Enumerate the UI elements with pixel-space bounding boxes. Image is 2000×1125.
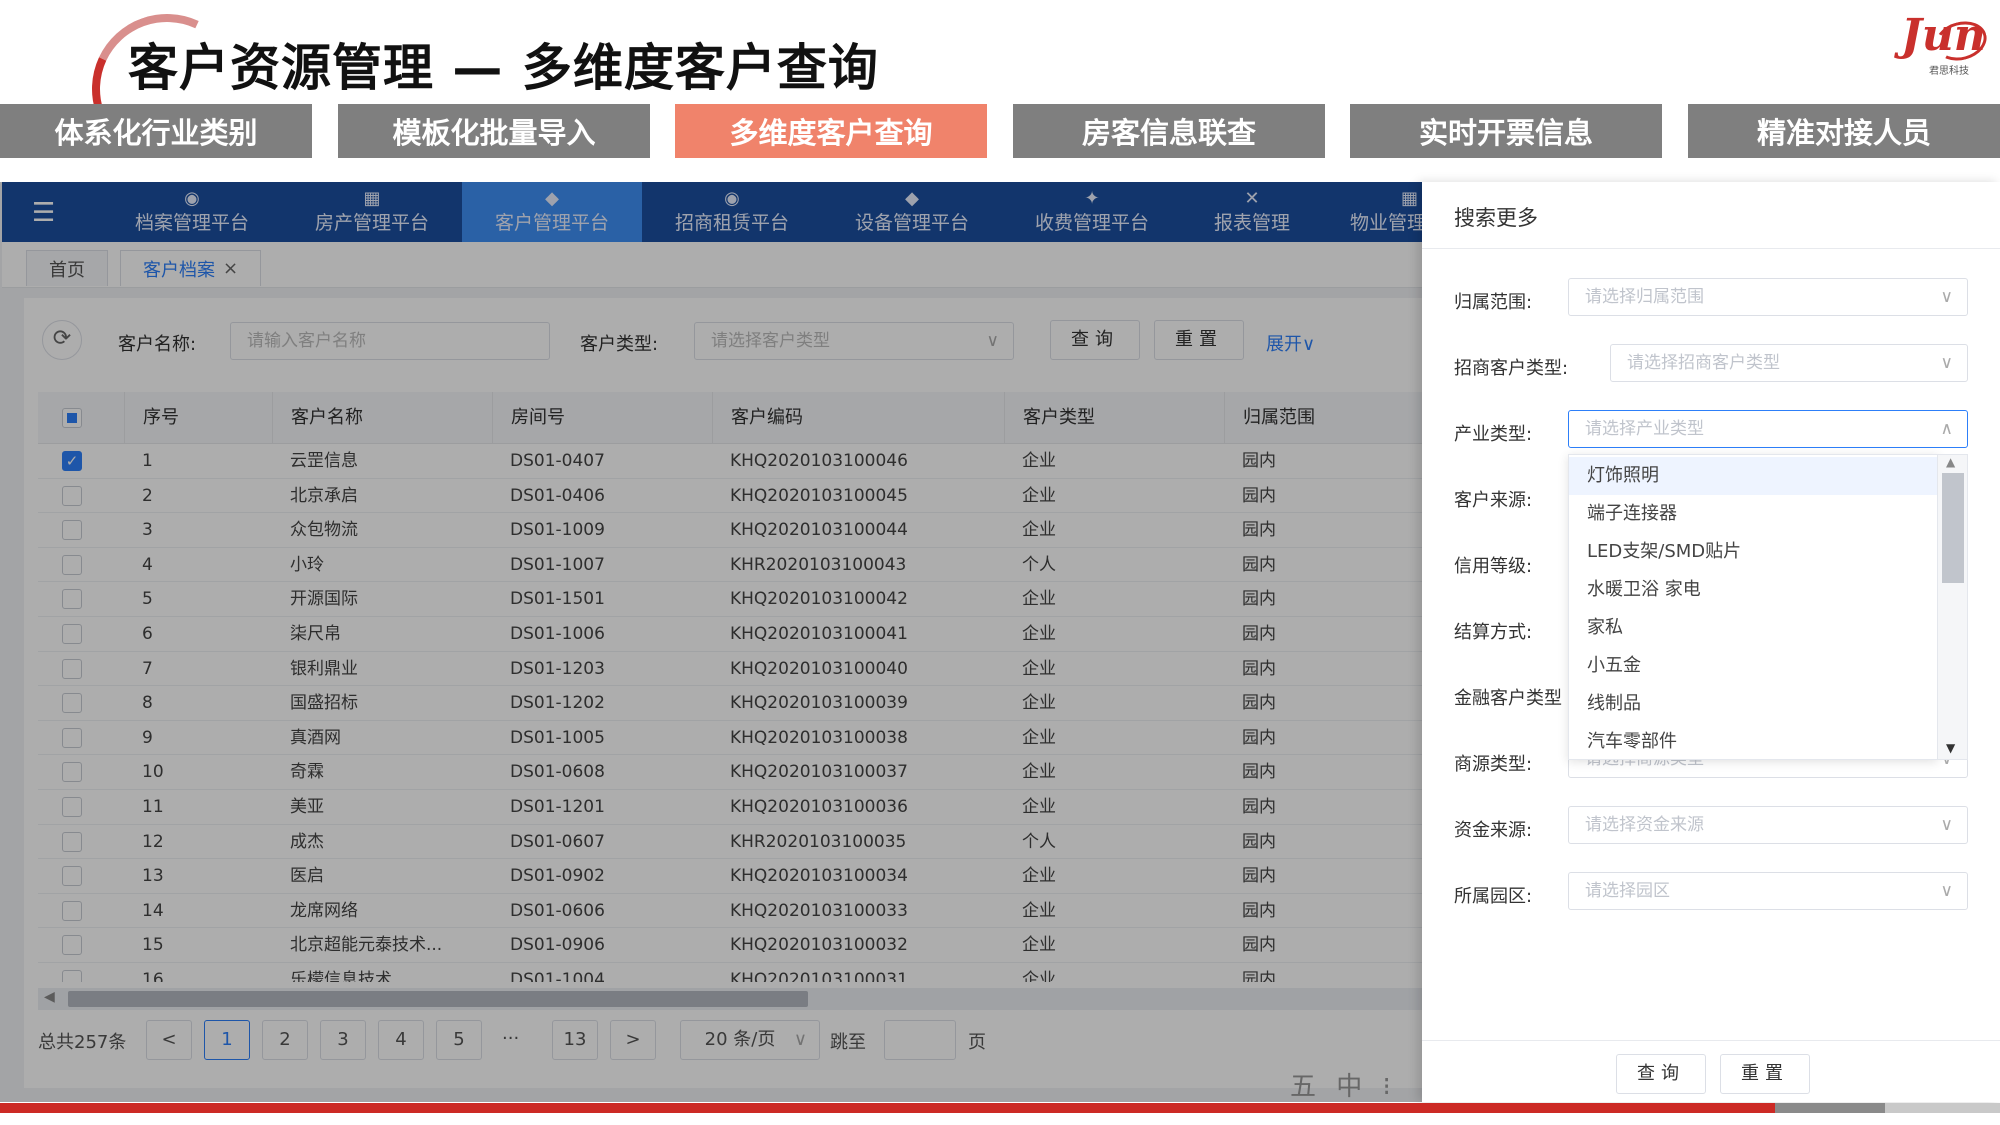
modal-overlay[interactable] [0, 182, 1422, 1102]
drawer-title: 搜索更多 [1454, 206, 1538, 230]
feature-tab-industry[interactable]: 体系化行业类别 [0, 104, 312, 158]
fund-source-select[interactable]: 请选择资金来源 ∨ [1568, 806, 1968, 844]
field-label: 结算方式: [1454, 622, 1533, 643]
field-label: 客户来源: [1454, 490, 1533, 511]
scroll-up-icon[interactable]: ▲ [1946, 455, 1955, 469]
feature-tab-query[interactable]: 多维度客户查询 [675, 104, 987, 158]
dropdown-option[interactable]: 家私 [1569, 609, 1937, 647]
chevron-up-icon: ∧ [1940, 419, 1953, 439]
field-label: 招商客户类型: [1454, 358, 1569, 379]
search-more-drawer: 搜索更多 归属范围: 请选择归属范围 ∨ 招商客户类型: 请选择招商客户类型 ∨ 产… [1422, 182, 2000, 1102]
park-select[interactable]: 请选择园区 ∨ [1568, 872, 1968, 910]
chevron-down-icon: ∨ [1940, 881, 1953, 901]
feature-tab-import[interactable]: 模板化批量导入 [338, 104, 650, 158]
chevron-down-icon: ∨ [1940, 353, 1953, 373]
dropdown-option[interactable]: 灯饰照明 [1569, 457, 1937, 495]
dropdown-option[interactable]: 线制品 [1569, 685, 1937, 723]
feature-tab-invoice[interactable]: 实时开票信息 [1350, 104, 1662, 158]
footer-bar [1885, 1103, 2000, 1113]
feature-tab-contact[interactable]: 精准对接人员 [1688, 104, 2000, 158]
field-label: 所属园区: [1454, 886, 1533, 907]
logo-text: Jun [1901, 10, 1986, 61]
select-placeholder: 请选择招商客户类型 [1627, 353, 1780, 373]
field-label: 归属范围: [1454, 292, 1533, 313]
dropdown-option[interactable]: 水暖卫浴 家电 [1569, 571, 1937, 609]
slide: 客户资源管理 — 多维度客户查询 Jun 君思科技 体系化行业类别 模板化批量导… [0, 0, 2000, 1125]
select-placeholder: 请选择归属范围 [1585, 287, 1704, 307]
dropdown-option[interactable]: 端子连接器 [1569, 495, 1937, 533]
scrollbar-thumb[interactable] [1942, 473, 1964, 583]
chevron-down-icon: ∨ [1940, 815, 1953, 835]
company-logo: Jun 君思科技 [1895, 10, 1992, 77]
divider [1422, 248, 2000, 249]
dropdown-option[interactable]: 汽车零部件 [1569, 723, 1937, 759]
select-placeholder: 请选择资金来源 [1585, 815, 1704, 835]
slide-title: 客户资源管理 — 多维度客户查询 [128, 39, 879, 97]
field-label: 商源类型: [1454, 754, 1533, 775]
select-placeholder: 请选择园区 [1585, 881, 1670, 901]
industry-type-select[interactable]: 请选择产业类型 ∧ [1568, 410, 1968, 448]
footer-bar [0, 1103, 1775, 1113]
divider [1422, 1040, 2000, 1041]
field-label: 金融客户类型 [1454, 688, 1562, 709]
field-label: 资金来源: [1454, 820, 1533, 841]
chevron-down-icon: ∨ [1940, 287, 1953, 307]
drawer-reset-button[interactable]: 重置 [1720, 1054, 1810, 1094]
footer-bar [1775, 1103, 1885, 1113]
scroll-down-icon[interactable]: ▼ [1946, 741, 1955, 755]
dropdown-scrollbar[interactable]: ▲ ▼ [1938, 454, 1968, 760]
scope-select[interactable]: 请选择归属范围 ∨ [1568, 278, 1968, 316]
field-label: 信用等级: [1454, 556, 1533, 577]
dropdown-option[interactable]: LED支架/SMD贴片 [1569, 533, 1937, 571]
select-placeholder: 请选择产业类型 [1585, 419, 1704, 439]
drawer-query-button[interactable]: 查询 [1616, 1054, 1706, 1094]
dropdown-option[interactable]: 小五金 [1569, 647, 1937, 685]
industry-type-dropdown: 灯饰照明 端子连接器 LED支架/SMD贴片 水暖卫浴 家电 家私 小五金 线制… [1568, 454, 1938, 760]
investment-type-select[interactable]: 请选择招商客户类型 ∨ [1610, 344, 1968, 382]
feature-tabs: 体系化行业类别 模板化批量导入 多维度客户查询 房客信息联查 实时开票信息 精准… [0, 104, 2000, 158]
logo-subtext: 君思科技 [1929, 66, 1969, 77]
field-label: 产业类型: [1454, 424, 1533, 445]
feature-tab-tenant[interactable]: 房客信息联查 [1013, 104, 1325, 158]
